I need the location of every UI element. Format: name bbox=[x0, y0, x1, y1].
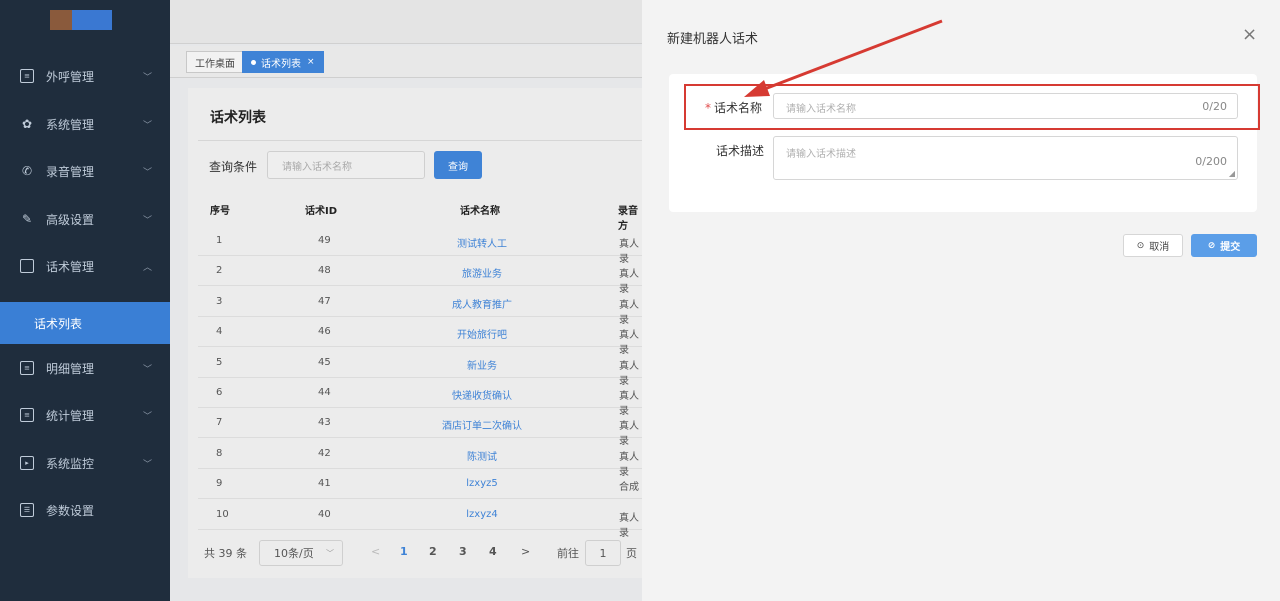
annotation-arrow bbox=[744, 19, 943, 97]
